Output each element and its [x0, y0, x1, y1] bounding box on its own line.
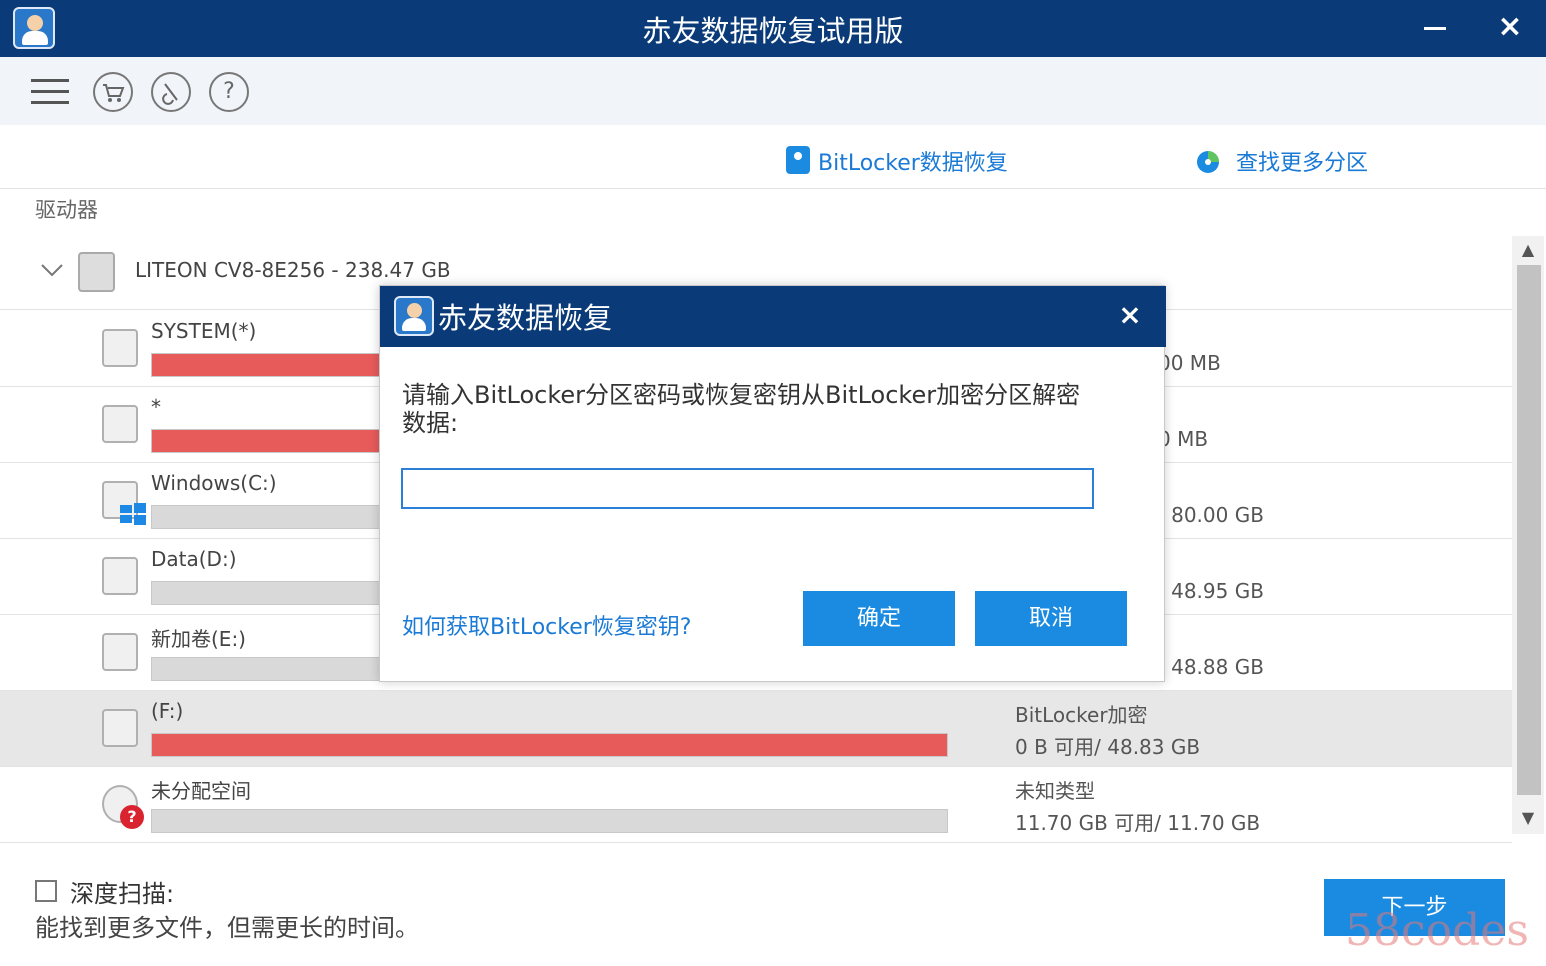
- partition-capacity: / 48.95 GB: [1158, 579, 1264, 603]
- disk-label: LITEON CV8-8E256 - 238.47 GB: [135, 258, 451, 282]
- chevron-down-icon[interactable]: [40, 262, 64, 278]
- partition-name: 未分配空间: [151, 779, 251, 803]
- drives-heading: 驱动器: [35, 198, 98, 222]
- partition-usage-fill: [152, 658, 168, 680]
- scroll-up-icon[interactable]: ▲: [1516, 240, 1540, 262]
- deep-scan-title: 深度扫描:: [70, 880, 175, 908]
- drive-icon: [102, 329, 138, 367]
- menu-icon[interactable]: [31, 79, 69, 105]
- toolbar: ?: [0, 57, 1546, 125]
- partition-name: (F:): [151, 699, 184, 723]
- ok-button[interactable]: 确定: [803, 591, 955, 646]
- cart-icon[interactable]: [93, 72, 133, 112]
- partition-row[interactable]: ? 未分配空间 未知类型 11.70 GB 可用/ 11.70 GB: [0, 767, 1512, 843]
- bitlocker-recovery-link[interactable]: BitLocker数据恢复: [818, 145, 1008, 177]
- partition-capacity: / 80.00 GB: [1158, 503, 1264, 527]
- partition-usage-bar: [151, 809, 948, 833]
- cancel-button[interactable]: 取消: [975, 591, 1127, 646]
- scrollbar-thumb[interactable]: [1517, 265, 1541, 795]
- windows-drive-icon: [102, 481, 146, 525]
- partition-name: Windows(C:): [151, 471, 277, 495]
- window-title: 赤友数据恢复试用版: [642, 14, 904, 48]
- partition-name: 新加卷(E:): [151, 627, 246, 651]
- dialog-logo-icon: [394, 296, 434, 336]
- how-to-get-key-link[interactable]: 如何获取BitLocker恢复密钥?: [402, 609, 691, 641]
- partition-capacity: 0 B 可用/ 48.83 GB: [1015, 735, 1201, 759]
- partition-name: *: [151, 395, 161, 419]
- unallocated-icon: ?: [102, 785, 144, 829]
- bitlocker-dialog: 赤友数据恢复 × 请输入BitLocker分区密码或恢复密钥从BitLocker…: [379, 285, 1166, 682]
- hard-disk-icon: [78, 252, 115, 292]
- help-icon[interactable]: ?: [209, 72, 249, 112]
- partition-row[interactable]: (F:) BitLocker加密 0 B 可用/ 48.83 GB: [0, 691, 1512, 767]
- bitlocker-key-input[interactable]: [401, 468, 1094, 509]
- drive-icon: [102, 405, 138, 443]
- close-button[interactable]: ×: [1495, 10, 1525, 44]
- drive-icon: [102, 633, 138, 671]
- drive-icon: [102, 709, 138, 747]
- drive-icon: [102, 557, 138, 595]
- partition-name: Data(D:): [151, 547, 237, 571]
- find-partition-icon: [1194, 146, 1226, 174]
- question-badge-icon: ?: [120, 805, 144, 829]
- scroll-down-icon[interactable]: ▼: [1516, 808, 1540, 830]
- dialog-prompt: 请输入BitLocker分区密码或恢复密钥从BitLocker加密分区解密数据:: [402, 381, 1081, 437]
- partition-name: SYSTEM(*): [151, 319, 257, 343]
- partition-usage-fill: [152, 734, 947, 756]
- find-more-partitions-link[interactable]: 查找更多分区: [1236, 145, 1368, 177]
- tool-icon[interactable]: [151, 72, 191, 112]
- partition-capacity: 00 MB: [1158, 351, 1221, 375]
- dialog-title: 赤友数据恢复: [438, 301, 613, 335]
- dialog-close-button[interactable]: ×: [1115, 300, 1145, 330]
- deep-scan-checkbox[interactable]: [35, 880, 57, 902]
- deep-scan-description: 能找到更多文件，但需更长的时间。: [35, 914, 419, 942]
- partition-type: 未知类型: [1015, 779, 1095, 803]
- title-bar: 赤友数据恢复试用版 ×: [0, 0, 1546, 57]
- partition-type: BitLocker加密: [1015, 703, 1148, 727]
- watermark: 58codes: [1345, 905, 1529, 956]
- partition-usage-bar: [151, 733, 948, 757]
- partition-capacity: 11.70 GB 可用/ 11.70 GB: [1015, 811, 1261, 835]
- minimize-button[interactable]: [1422, 10, 1448, 44]
- partition-capacity: 0 MB: [1158, 427, 1209, 451]
- dialog-title-bar: 赤友数据恢复 ×: [380, 286, 1166, 347]
- bitlocker-key-icon: [786, 146, 810, 174]
- partition-capacity: / 48.88 GB: [1158, 655, 1264, 679]
